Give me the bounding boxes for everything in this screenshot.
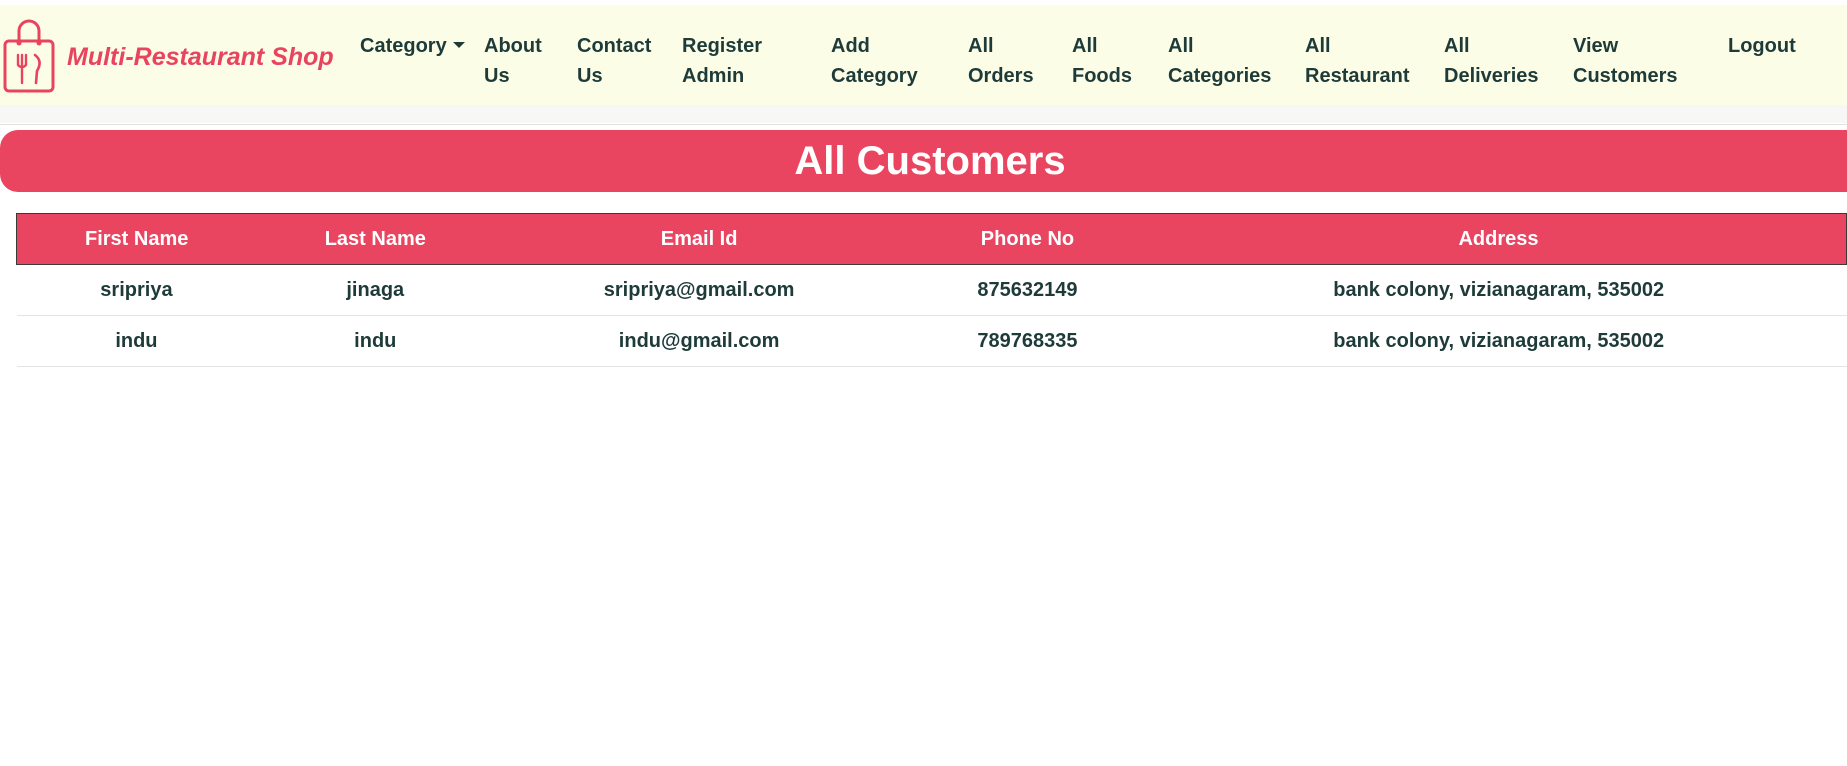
nav-category-label: Category [360, 35, 447, 57]
nav-all-deliveries-line1: All [1444, 35, 1470, 57]
table-row: indu indu indu@gmail.com 789768335 bank … [16, 315, 1847, 367]
nav-all-categories-line2: Categories [1168, 65, 1272, 87]
brand-link[interactable]: Multi-Restaurant Shop [0, 19, 334, 95]
cell-email: indu@gmail.com [494, 315, 905, 367]
nav-add-category[interactable]: Add Category [831, 31, 918, 91]
cell-last-name: indu [256, 315, 495, 367]
nav-all-restaurant[interactable]: All Restaurant [1305, 31, 1409, 91]
nav-register-admin-line1: Register [682, 35, 763, 57]
nav-all-foods[interactable]: All Foods [1072, 31, 1132, 91]
nav-register-admin[interactable]: Register Admin [682, 31, 762, 91]
cell-email: sripriya@gmail.com [494, 264, 905, 316]
nav-all-categories-line1: All [1168, 35, 1194, 57]
header-first-name: First Name [16, 213, 257, 265]
nav-category-dropdown[interactable]: Category [360, 31, 465, 61]
nav-all-orders-line2: Orders [968, 65, 1034, 87]
cell-first-name: indu [16, 315, 257, 367]
header-phone-no: Phone No [904, 213, 1151, 265]
navbar: Multi-Restaurant Shop Category About Us … [0, 5, 1847, 105]
nav-view-customers[interactable]: View Customers [1573, 31, 1677, 91]
nav-all-orders-line1: All [968, 35, 994, 57]
nav-all-orders[interactable]: All Orders [968, 31, 1034, 91]
nav-logout[interactable]: Logout [1728, 31, 1796, 61]
page-title: All Customers [794, 139, 1066, 183]
cell-address: bank colony, vizianagaram, 535002 [1150, 264, 1847, 316]
nav-all-restaurant-line1: All [1305, 35, 1331, 57]
table-row: sripriya jinaga sripriya@gmail.com 87563… [16, 264, 1847, 316]
nav-about-us-line1: About [484, 35, 542, 57]
nav-all-deliveries[interactable]: All Deliveries [1444, 31, 1539, 91]
divider [0, 124, 1847, 125]
nav-all-deliveries-line2: Deliveries [1444, 65, 1539, 87]
cell-address: bank colony, vizianagaram, 535002 [1150, 315, 1847, 367]
nav-contact-us-line2: Us [577, 65, 603, 87]
nav-view-customers-line1: View [1573, 35, 1619, 57]
nav-view-customers-line2: Customers [1573, 65, 1678, 87]
shopping-bag-fork-knife-icon [3, 19, 55, 93]
cell-phone: 875632149 [904, 264, 1151, 316]
nav-about-us-line2: Us [484, 65, 510, 87]
brand-name: Multi-Restaurant Shop [67, 42, 334, 71]
nav-all-foods-line1: All [1072, 35, 1098, 57]
header-address: Address [1150, 213, 1847, 265]
caret-down-icon [452, 42, 465, 48]
cell-first-name: sripriya [16, 264, 257, 316]
nav-all-foods-line2: Foods [1072, 65, 1132, 87]
cell-phone: 789768335 [904, 315, 1151, 367]
cell-last-name: jinaga [256, 264, 495, 316]
nav-add-category-line1: Add [831, 35, 870, 57]
navbar-bottom-strip [0, 105, 1847, 123]
page-title-banner: All Customers [0, 130, 1847, 192]
nav-all-categories[interactable]: All Categories [1168, 31, 1271, 91]
nav-contact-us[interactable]: Contact Us [577, 31, 651, 91]
customers-table: First Name Last Name Email Id Phone No A… [16, 213, 1847, 367]
nav-register-admin-line2: Admin [682, 65, 745, 87]
nav-contact-us-line1: Contact [577, 35, 652, 57]
nav-logout-label: Logout [1728, 35, 1796, 57]
nav-add-category-line2: Category [831, 65, 918, 87]
nav-all-restaurant-line2: Restaurant [1305, 65, 1410, 87]
header-last-name: Last Name [256, 213, 495, 265]
nav-about-us[interactable]: About Us [484, 31, 542, 91]
table-header-row: First Name Last Name Email Id Phone No A… [16, 213, 1847, 265]
header-email-id: Email Id [494, 213, 905, 265]
